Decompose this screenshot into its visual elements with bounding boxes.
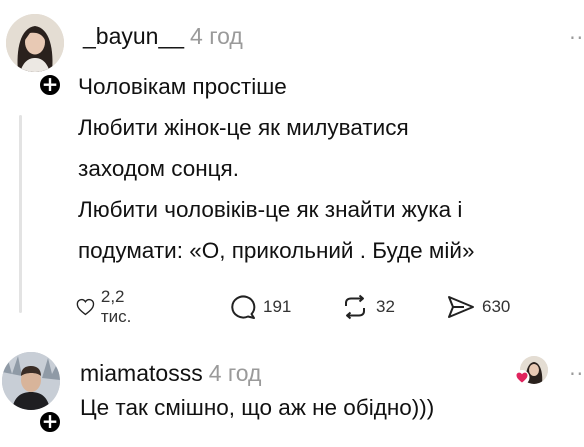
post-line: Любити чоловіків-це як знайти жука і xyxy=(78,197,463,222)
heart-icon xyxy=(76,298,95,316)
author-liked-indicator xyxy=(514,356,548,390)
post-line: Любити жінок-це як милуватися xyxy=(78,115,409,140)
like-button[interactable]: 2,2 тис. xyxy=(76,287,141,326)
send-icon xyxy=(448,296,474,318)
more-options-icon[interactable]: ·· xyxy=(569,26,584,50)
author-avatar[interactable] xyxy=(6,14,64,72)
repost-icon xyxy=(345,294,365,320)
post-body: Чоловікам простіше Любити жінок-це як ми… xyxy=(78,66,578,271)
reply-header: miamatosss 4 год xyxy=(80,360,261,387)
follow-plus-icon[interactable]: + xyxy=(37,72,63,98)
post-header: _bayun__ 4 год xyxy=(83,23,243,50)
reply-author-avatar[interactable] xyxy=(2,352,60,410)
post-line: подумати: «О, прикольний . Буде мій» xyxy=(78,238,475,263)
share-count: 630 xyxy=(482,297,511,316)
post-timestamp: 4 год xyxy=(190,23,243,49)
reply-timestamp: 4 год xyxy=(208,360,262,386)
heart-badge-icon xyxy=(514,370,530,385)
share-button[interactable]: 630 xyxy=(446,292,510,322)
like-count: 2,2 тис. xyxy=(100,287,132,326)
post-line: заходом сонця. xyxy=(78,156,239,181)
repost-count: 32 xyxy=(376,297,395,316)
reply-body: Це так смішно, що аж не обідно))) xyxy=(80,395,435,420)
reply-button[interactable]: 191 xyxy=(229,292,291,322)
thread-line xyxy=(19,115,22,313)
reply-avatar-image xyxy=(2,352,60,410)
post-line: Чоловікам простіше xyxy=(78,74,287,99)
repost-button[interactable]: 32 xyxy=(340,292,395,322)
speech-bubble-icon xyxy=(231,295,256,319)
follow-plus-icon[interactable]: + xyxy=(37,409,63,435)
author-avatar-image xyxy=(6,14,64,72)
post-username[interactable]: _bayun__ xyxy=(83,23,184,49)
reply-count: 191 xyxy=(263,297,292,316)
reply-more-options-icon[interactable]: ·· xyxy=(569,362,584,386)
reply-username[interactable]: miamatosss xyxy=(80,360,203,386)
